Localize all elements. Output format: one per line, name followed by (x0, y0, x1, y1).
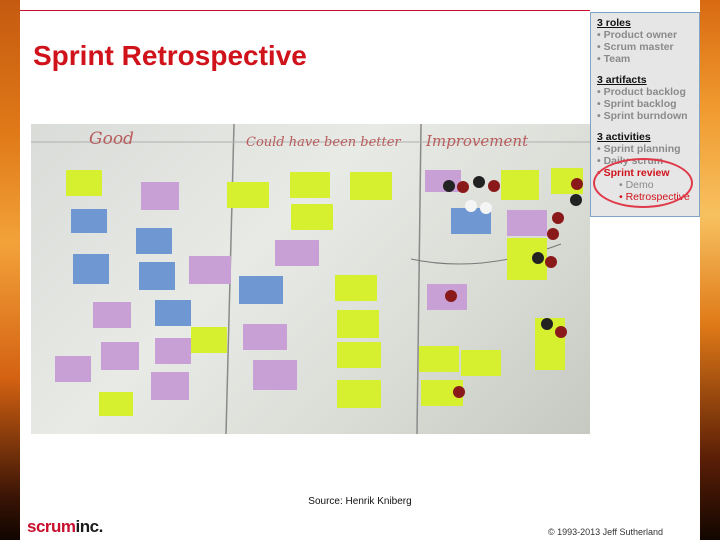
left-decoration (0, 0, 20, 540)
nav-group-artifacts: 3 artifacts • Product backlog • Sprint b… (597, 74, 699, 122)
scruminc-logo: scruminc. (27, 517, 103, 537)
whiteboard-illustration: Good Could have been better Improvement (31, 124, 590, 434)
logo-part-inc: inc. (75, 517, 104, 536)
nav-item-sprint-backlog[interactable]: • Sprint backlog (597, 98, 699, 110)
nav-heading-roles[interactable]: 3 roles (597, 17, 699, 29)
sticky-notes (55, 168, 583, 416)
nav-group-roles: 3 roles • Product owner • Scrum master •… (597, 17, 699, 65)
photo-source-caption: Source: Henrik Kniberg (308, 496, 412, 507)
nav-heading-artifacts[interactable]: 3 artifacts (597, 74, 699, 86)
nav-item-scrum-master[interactable]: • Scrum master (597, 41, 699, 53)
nav-item-team[interactable]: • Team (597, 53, 699, 65)
logo-part-scrum: scrum (27, 517, 76, 536)
slide: Sprint Retrospective 3 roles • Product o… (20, 0, 700, 540)
top-divider (20, 10, 590, 11)
nav-item-product-backlog[interactable]: • Product backlog (597, 86, 699, 98)
board-column-improvement: Improvement (425, 132, 529, 150)
nav-heading-activities[interactable]: 3 activities (597, 131, 699, 143)
highlight-circle (593, 158, 693, 208)
right-decoration (700, 0, 720, 540)
nav-item-sprint-planning[interactable]: • Sprint planning (597, 143, 699, 155)
board-column-good: Good (89, 129, 134, 149)
nav-item-sprint-burndown[interactable]: • Sprint burndown (597, 110, 699, 122)
slide-title: Sprint Retrospective (33, 40, 307, 71)
board-column-better: Could have been better (246, 135, 401, 150)
copyright-text: © 1993-2013 Jeff Sutherland (548, 527, 664, 537)
whiteboard-photo: Good Could have been better Improvement (31, 124, 590, 434)
nav-item-product-owner[interactable]: • Product owner (597, 29, 699, 41)
